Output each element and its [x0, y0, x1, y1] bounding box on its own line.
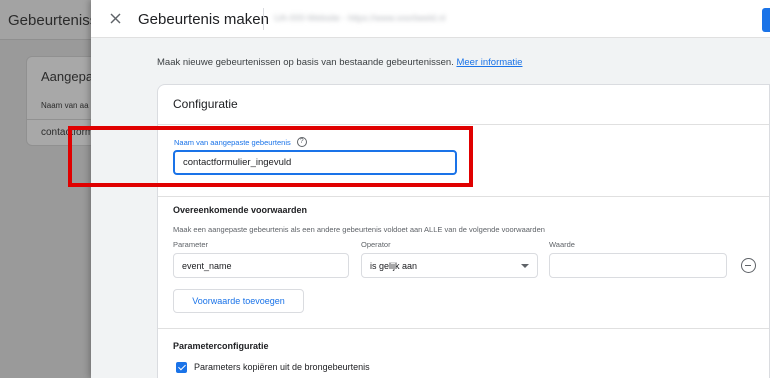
save-button-edge[interactable] [762, 8, 770, 32]
event-name-label: Naam van aangepaste gebeurtenis [174, 137, 291, 147]
create-event-dialog: Gebeurtenis maken UA-000-Website - https… [91, 0, 770, 378]
parameters-divider [158, 328, 769, 329]
close-icon [110, 13, 120, 23]
property-name-blurred: UA-000-Website - https://www.voorbeeld.n… [274, 13, 446, 23]
help-icon[interactable]: ? [296, 137, 307, 147]
event-name-input[interactable] [173, 150, 457, 175]
operator-select[interactable]: is gelijk aan [361, 253, 538, 278]
background-column-header: Naam van aa [41, 101, 89, 110]
parameter-config-title: Parameterconfiguratie [173, 341, 269, 351]
learn-more-link[interactable]: Meer informatie [456, 57, 522, 68]
copy-parameters-label: Parameters kopiëren uit de brongebeurten… [194, 362, 370, 372]
operator-column-label: Operator [361, 240, 391, 249]
header-divider [263, 8, 264, 30]
parameter-field[interactable]: event_name [173, 253, 349, 278]
conditions-title: Overeenkomende voorwaarden [173, 205, 308, 215]
background-row-value: contactform [41, 127, 94, 138]
parameter-column-label: Parameter [173, 240, 209, 249]
remove-condition-icon[interactable] [741, 258, 756, 273]
dialog-header: Gebeurtenis maken UA-000-Website - https… [91, 0, 770, 38]
copy-parameters-checkbox[interactable] [176, 362, 187, 373]
conditions-description: Maak een aangepaste gebeurtenis als een … [173, 225, 545, 234]
card-divider [158, 124, 769, 125]
configuration-card: Configuratie Naam van aangepaste gebeurt… [157, 84, 770, 378]
intro-description: Maak nieuwe gebeurtenissen op basis van … [157, 57, 454, 68]
conditions-divider [158, 196, 769, 197]
value-column-label: Waarde [549, 240, 575, 249]
value-field[interactable] [549, 253, 727, 278]
add-condition-button[interactable]: Voorwaarde toevoegen [173, 289, 304, 313]
dialog-title: Gebeurtenis maken [138, 11, 269, 28]
intro-text: Maak nieuwe gebeurtenissen op basis van … [157, 57, 522, 68]
operator-value: is gelijk aan [370, 260, 418, 271]
configuration-title: Configuratie [173, 97, 238, 111]
dropdown-arrow-icon [521, 264, 529, 268]
parameter-value: event_name [182, 260, 232, 271]
event-name-label-row: Naam van aangepaste gebeurtenis ? [174, 137, 307, 147]
close-button[interactable] [105, 8, 125, 28]
